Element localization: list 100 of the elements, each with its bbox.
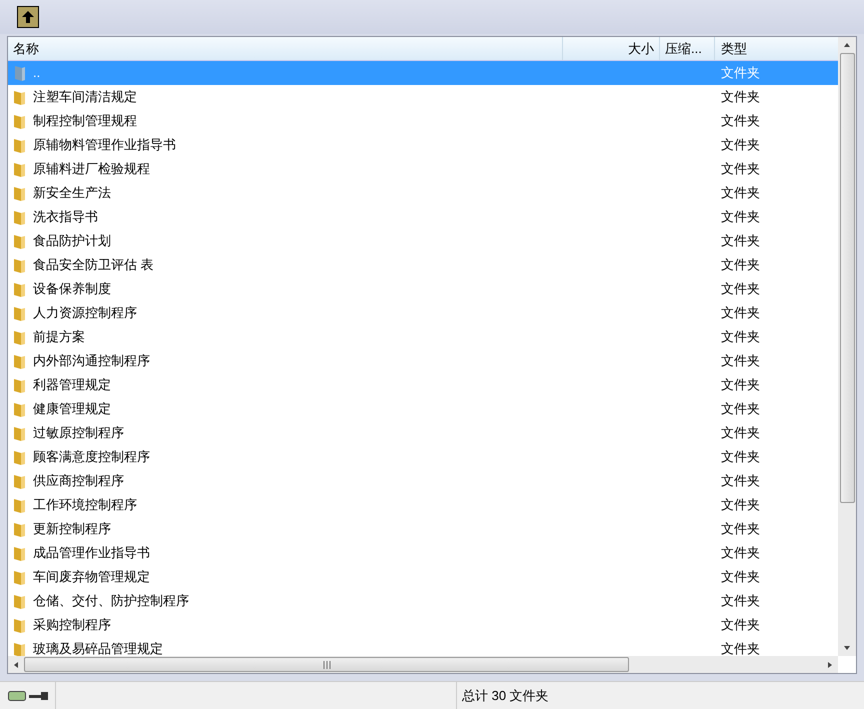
folder-icon <box>12 208 28 226</box>
file-row[interactable]: 注塑车间清洁规定 文件夹 <box>8 85 838 109</box>
file-type: 文件夹 <box>720 232 760 250</box>
folder-icon <box>12 640 28 656</box>
folder-icon <box>12 376 28 394</box>
file-type: 文件夹 <box>720 400 760 418</box>
folder-icon <box>12 472 28 490</box>
file-row[interactable]: 车间废弃物管理规定 文件夹 <box>8 565 838 589</box>
file-type: 文件夹 <box>720 304 760 322</box>
file-row[interactable]: 成品管理作业指导书 文件夹 <box>8 541 838 565</box>
file-name: 原辅物料管理作业指导书 <box>33 136 176 154</box>
file-row[interactable]: 食品防护计划 文件夹 <box>8 229 838 253</box>
folder-icon <box>12 160 28 178</box>
file-type: 文件夹 <box>720 280 760 298</box>
file-name: 人力资源控制程序 <box>33 304 137 322</box>
file-type: 文件夹 <box>720 160 760 178</box>
file-type: 文件夹 <box>720 184 760 202</box>
folder-icon <box>12 64 28 82</box>
file-row[interactable]: 新安全生产法 文件夹 <box>8 181 838 205</box>
column-header[interactable]: 名称 <box>8 37 563 60</box>
file-name: 供应商控制程序 <box>33 472 124 490</box>
file-type: 文件夹 <box>720 640 760 656</box>
file-type: 文件夹 <box>720 256 760 274</box>
file-name: 更新控制程序 <box>33 520 111 538</box>
file-row[interactable]: 健康管理规定 文件夹 <box>8 397 838 421</box>
file-type: 文件夹 <box>720 328 760 346</box>
vertical-scrollbar[interactable] <box>838 37 856 656</box>
folder-icon <box>12 280 28 298</box>
folder-icon <box>12 448 28 466</box>
folder-icon <box>12 592 28 610</box>
file-row[interactable]: 内外部沟通控制程序 文件夹 <box>8 349 838 373</box>
file-name: 采购控制程序 <box>33 616 111 634</box>
file-type: 文件夹 <box>720 352 760 370</box>
file-type: 文件夹 <box>720 544 760 562</box>
file-row[interactable]: 利器管理规定 文件夹 <box>8 373 838 397</box>
column-header[interactable]: 大小 <box>563 37 660 60</box>
file-name: 原辅料进厂检验规程 <box>33 160 150 178</box>
file-row[interactable]: 食品安全防卫评估 表 文件夹 <box>8 253 838 277</box>
file-type: 文件夹 <box>720 424 760 442</box>
file-row[interactable]: 更新控制程序 文件夹 <box>8 517 838 541</box>
file-type: 文件夹 <box>720 448 760 466</box>
drive-icon <box>8 690 26 702</box>
status-summary: 总计 30 文件夹 <box>456 682 549 709</box>
up-arrow-icon <box>21 10 35 24</box>
file-name: 顾客满意度控制程序 <box>33 448 150 466</box>
file-row[interactable]: 制程控制管理规程 文件夹 <box>8 109 838 133</box>
folder-icon <box>12 424 28 442</box>
file-name: 健康管理规定 <box>33 400 111 418</box>
file-name: 前提方案 <box>33 328 85 346</box>
file-row[interactable]: 前提方案 文件夹 <box>8 325 838 349</box>
file-row[interactable]: 供应商控制程序 文件夹 <box>8 469 838 493</box>
file-name: 仓储、交付、防护控制程序 <box>33 592 189 610</box>
file-name: 洗衣指导书 <box>33 208 98 226</box>
scroll-thumb[interactable] <box>24 657 629 672</box>
file-type: 文件夹 <box>720 112 760 130</box>
file-row[interactable]: 原辅物料管理作业指导书 文件夹 <box>8 133 838 157</box>
file-row[interactable]: 人力资源控制程序 文件夹 <box>8 301 838 325</box>
file-name: 利器管理规定 <box>33 376 111 394</box>
column-header[interactable]: 类型 <box>715 37 838 60</box>
folder-icon <box>12 544 28 562</box>
file-row[interactable]: 玻璃及易碎品管理规定 文件夹 <box>8 637 838 656</box>
folder-icon <box>12 616 28 634</box>
file-type: 文件夹 <box>720 376 760 394</box>
file-name: 新安全生产法 <box>33 184 111 202</box>
horizontal-scrollbar[interactable] <box>8 656 838 673</box>
column-header[interactable]: 压缩... <box>660 37 715 60</box>
file-type: 文件夹 <box>720 568 760 586</box>
scroll-thumb[interactable] <box>840 53 854 503</box>
file-row[interactable]: 过敏原控制程序 文件夹 <box>8 421 838 445</box>
file-row[interactable]: 原辅料进厂检验规程 文件夹 <box>8 157 838 181</box>
file-name: 过敏原控制程序 <box>33 424 124 442</box>
file-type: 文件夹 <box>720 496 760 514</box>
up-folder-button[interactable] <box>17 6 39 28</box>
file-type: 文件夹 <box>720 136 760 154</box>
folder-icon <box>12 304 28 322</box>
file-type: 文件夹 <box>720 472 760 490</box>
file-name: 工作环境控制程序 <box>33 496 137 514</box>
file-row[interactable]: 洗衣指导书 文件夹 <box>8 205 838 229</box>
file-row[interactable]: 仓储、交付、防护控制程序 文件夹 <box>8 589 838 613</box>
folder-icon <box>12 232 28 250</box>
file-name: .. <box>33 64 40 82</box>
file-type: 文件夹 <box>720 208 760 226</box>
folder-icon <box>12 136 28 154</box>
folder-icon <box>12 352 28 370</box>
file-type: 文件夹 <box>720 592 760 610</box>
file-name: 设备保养制度 <box>33 280 111 298</box>
file-row[interactable]: 顾客满意度控制程序 文件夹 <box>8 445 838 469</box>
folder-icon <box>12 496 28 514</box>
file-name: 车间废弃物管理规定 <box>33 568 150 586</box>
file-name: 食品安全防卫评估 表 <box>33 256 154 274</box>
file-row[interactable]: 工作环境控制程序 文件夹 <box>8 493 838 517</box>
file-row[interactable]: 设备保养制度 文件夹 <box>8 277 838 301</box>
folder-icon <box>12 520 28 538</box>
grip-icon <box>322 660 330 668</box>
folder-icon <box>12 568 28 586</box>
file-name: 成品管理作业指导书 <box>33 544 150 562</box>
folder-icon <box>12 88 28 106</box>
file-name: 注塑车间清洁规定 <box>33 88 137 106</box>
file-row[interactable]: 采购控制程序 文件夹 <box>8 613 838 637</box>
folder-icon <box>12 400 28 418</box>
